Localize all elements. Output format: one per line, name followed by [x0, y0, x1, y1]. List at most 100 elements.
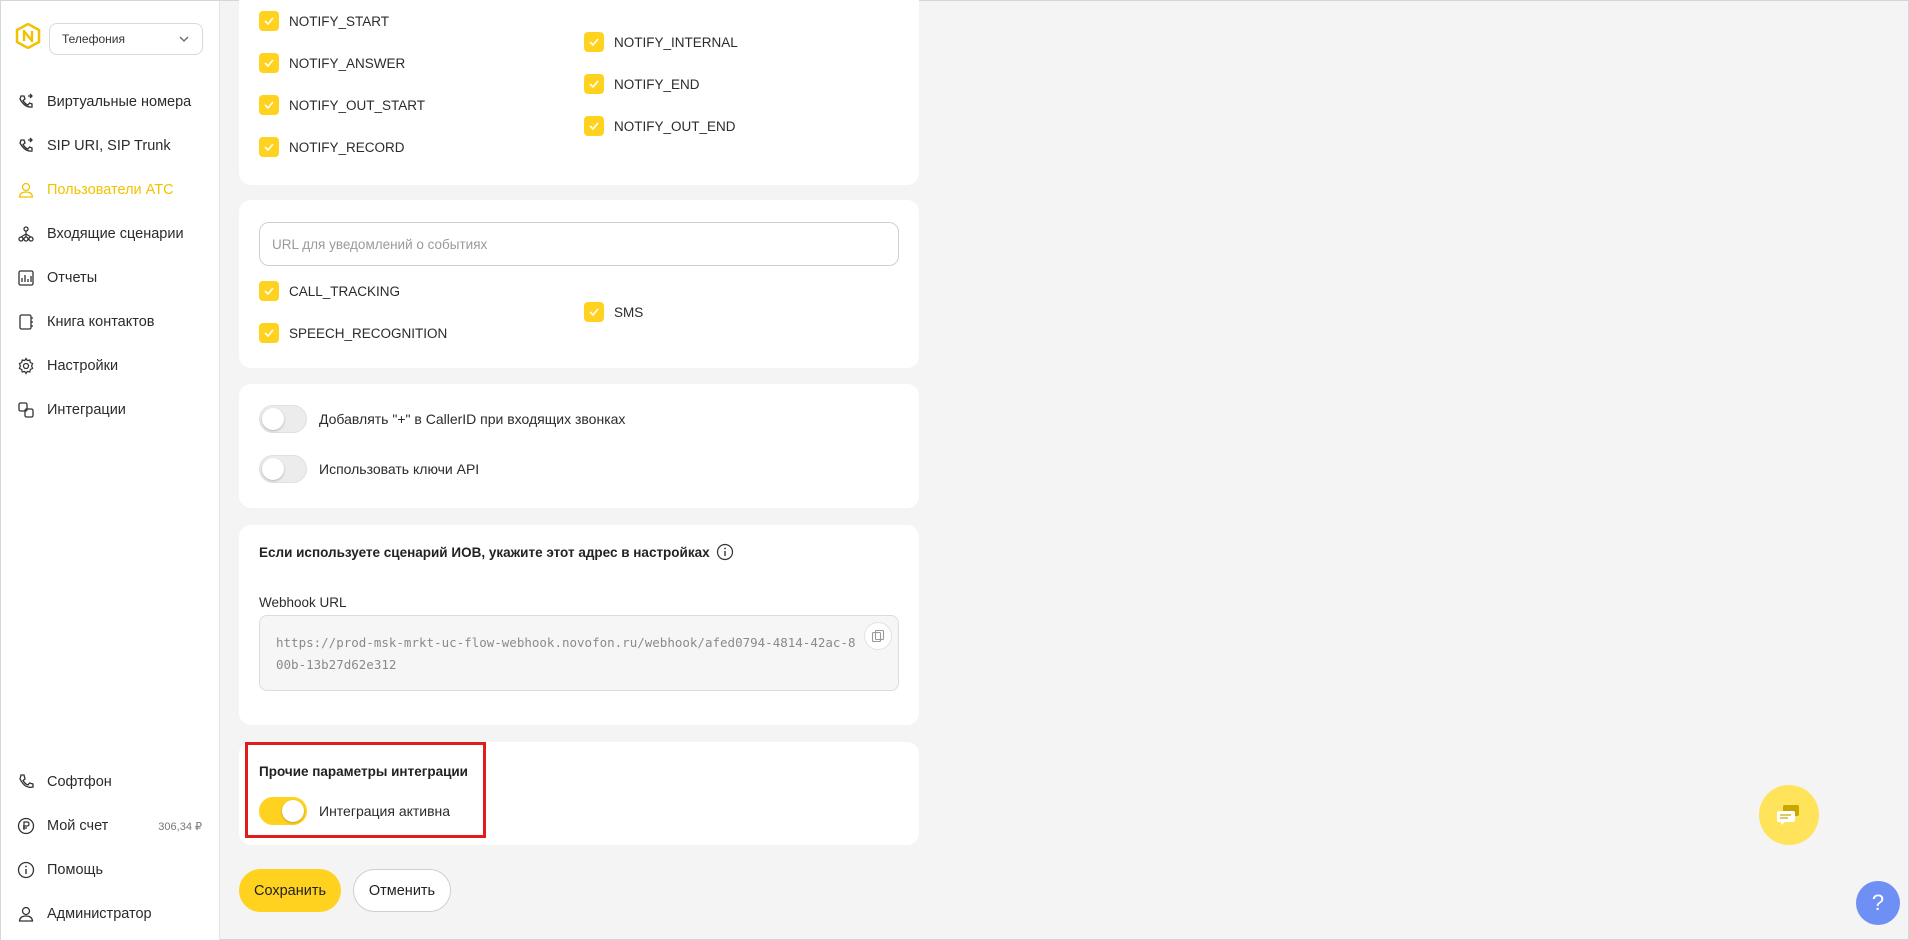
sidebar-item-label: Интеграции — [47, 402, 126, 418]
webhook-url-field[interactable]: https://prod-msk-mrkt-uc-flow-webhook.no… — [259, 615, 899, 691]
toggle-knob — [262, 408, 284, 430]
product-select-value: Телефония — [62, 32, 125, 46]
user-icon — [17, 181, 35, 199]
contacts-book-icon — [17, 313, 35, 331]
checkbox-checked-icon — [259, 137, 279, 157]
checkbox-notify-record[interactable]: NOTIFY_RECORD — [259, 137, 405, 157]
save-button[interactable]: Сохранить — [239, 869, 341, 912]
notify-events-card: NOTIFY_START NOTIFY_ANSWER NOTIFY_OUT_ST… — [239, 0, 919, 185]
app-window: Телефония Виртуальные номера SIP URI, SI… — [0, 0, 1909, 940]
event-url-placeholder: URL для уведомлений о событиях — [272, 236, 488, 252]
sidebar-item-pbx-users[interactable]: Пользователи АТС — [1, 168, 220, 212]
webhook-url-value: https://prod-msk-mrkt-uc-flow-webhook.no… — [276, 635, 856, 672]
flow-icon — [17, 225, 35, 243]
checkbox-checked-icon — [259, 11, 279, 31]
copy-button[interactable] — [864, 622, 892, 650]
ivr-webhook-card: Если используете сценарий ИОВ, укажите э… — [239, 525, 919, 725]
checkbox-sms[interactable]: SMS — [584, 302, 643, 322]
phone-forward-icon — [17, 93, 35, 111]
sidebar-nav: Виртуальные номера SIP URI, SIP Trunk По… — [1, 80, 220, 432]
chat-button[interactable] — [1759, 785, 1819, 845]
ruble-icon — [17, 817, 35, 835]
toggle-api-keys[interactable]: Использовать ключи API — [259, 455, 479, 483]
user-icon — [17, 905, 35, 923]
checkbox-label: NOTIFY_INTERNAL — [614, 34, 738, 50]
sidebar-item-account[interactable]: Мой счет 306,34 ₽ — [1, 804, 220, 848]
sidebar-item-contacts[interactable]: Книга контактов — [1, 300, 220, 344]
info-icon[interactable] — [716, 543, 734, 561]
cancel-button[interactable]: Отменить — [353, 869, 451, 912]
toggle-plus-callerid[interactable]: Добавлять "+" в CallerID при входящих зв… — [259, 405, 625, 433]
sidebar: Телефония Виртуальные номера SIP URI, SI… — [1, 1, 220, 940]
options-card: Добавлять "+" в CallerID при входящих зв… — [239, 384, 919, 508]
sidebar-item-label: Настройки — [47, 358, 119, 374]
checkbox-checked-icon — [259, 281, 279, 301]
checkbox-checked-icon — [584, 74, 604, 94]
checkbox-label: NOTIFY_ANSWER — [289, 55, 406, 71]
event-url-card: URL для уведомлений о событиях CALL_TRAC… — [239, 200, 919, 368]
checkbox-checked-icon — [259, 53, 279, 73]
logo-icon — [15, 23, 41, 49]
toggle-label: Добавлять "+" в CallerID при входящих зв… — [319, 411, 626, 427]
info-icon — [17, 861, 35, 879]
sidebar-item-label: SIP URI, SIP Trunk — [47, 138, 171, 154]
sidebar-item-label: Помощь — [47, 862, 104, 878]
checkbox-notify-start[interactable]: NOTIFY_START — [259, 11, 389, 31]
checkbox-label: NOTIFY_START — [289, 13, 390, 29]
checkbox-label: NOTIFY_END — [614, 76, 700, 92]
product-select[interactable]: Телефония — [49, 23, 203, 55]
checkbox-label: NOTIFY_RECORD — [289, 139, 405, 155]
sidebar-item-integrations[interactable]: Интеграции — [1, 388, 220, 432]
checkbox-checked-icon — [584, 32, 604, 52]
sidebar-item-settings[interactable]: Настройки — [1, 344, 220, 388]
checkbox-checked-icon — [259, 323, 279, 343]
phone-icon — [17, 773, 35, 791]
sidebar-item-label: Софтфон — [47, 774, 112, 790]
checkbox-label: NOTIFY_OUT_START — [289, 97, 426, 113]
sidebar-item-label: Мой счет — [47, 818, 109, 834]
sidebar-item-reports[interactable]: Отчеты — [1, 256, 220, 300]
report-icon — [17, 269, 35, 287]
chevron-down-icon — [179, 36, 189, 42]
sidebar-item-incoming-scenarios[interactable]: Входящие сценарии — [1, 212, 220, 256]
sidebar-item-label: Виртуальные номера — [47, 94, 192, 110]
sidebar-item-label: Пользователи АТС — [47, 182, 174, 198]
sidebar-item-label: Администратор — [47, 906, 152, 922]
sidebar-item-label: Входящие сценарии — [47, 226, 184, 242]
sidebar-item-softphone[interactable]: Софтфон — [1, 760, 220, 804]
checkbox-notify-end[interactable]: NOTIFY_END — [584, 74, 700, 94]
sidebar-item-label: Книга контактов — [47, 314, 155, 330]
event-url-input[interactable]: URL для уведомлений о событиях — [259, 222, 899, 266]
ivr-title-text: Если используете сценарий ИОВ, укажите э… — [259, 544, 710, 560]
highlight-box — [245, 742, 486, 838]
sidebar-item-virtual-numbers[interactable]: Виртуальные номера — [1, 80, 220, 124]
sidebar-bottom-nav: Софтфон Мой счет 306,34 ₽ Помощь Админис… — [1, 760, 220, 936]
checkbox-label: SMS — [614, 304, 644, 320]
toggle-knob — [262, 458, 284, 480]
checkbox-notify-internal[interactable]: NOTIFY_INTERNAL — [584, 32, 738, 52]
integration-icon — [17, 401, 35, 419]
checkbox-checked-icon — [259, 95, 279, 115]
account-balance: 306,34 ₽ — [158, 820, 202, 833]
checkbox-speech-recognition[interactable]: SPEECH_RECOGNITION — [259, 323, 447, 343]
checkbox-checked-icon — [584, 302, 604, 322]
checkbox-label: NOTIFY_OUT_END — [614, 118, 736, 134]
phone-forward-icon — [17, 137, 35, 155]
sidebar-item-label: Отчеты — [47, 270, 98, 286]
copy-icon — [871, 629, 885, 643]
checkbox-label: SPEECH_RECOGNITION — [289, 325, 448, 341]
toggle-switch-off[interactable] — [259, 455, 307, 483]
checkbox-label: CALL_TRACKING — [289, 283, 401, 299]
sidebar-item-admin[interactable]: Администратор — [1, 892, 220, 936]
sidebar-item-sip[interactable]: SIP URI, SIP Trunk — [1, 124, 220, 168]
webhook-url-label: Webhook URL — [259, 595, 347, 610]
chat-icon — [1777, 805, 1799, 825]
sidebar-item-help[interactable]: Помощь — [1, 848, 220, 892]
toggle-switch-off[interactable] — [259, 405, 307, 433]
checkbox-notify-out-end[interactable]: NOTIFY_OUT_END — [584, 116, 736, 136]
checkbox-call-tracking[interactable]: CALL_TRACKING — [259, 281, 400, 301]
checkbox-notify-answer[interactable]: NOTIFY_ANSWER — [259, 53, 405, 73]
checkbox-notify-out-start[interactable]: NOTIFY_OUT_START — [259, 95, 425, 115]
toggle-label: Использовать ключи API — [319, 461, 480, 477]
help-button[interactable]: ? — [1856, 881, 1900, 925]
